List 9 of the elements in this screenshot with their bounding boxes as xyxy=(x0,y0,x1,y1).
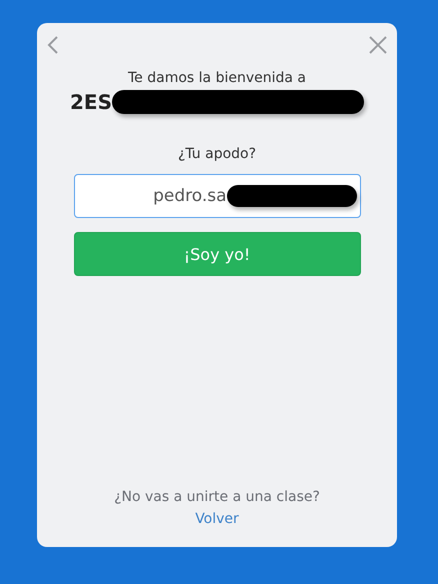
footer-question: ¿No vas a unirte a una clase? xyxy=(114,489,320,505)
submit-button[interactable]: ¡Soy yo! xyxy=(74,232,360,276)
back-link[interactable]: Volver xyxy=(195,511,239,527)
nickname-label: ¿Tu apodo? xyxy=(178,146,256,162)
welcome-text: Te damos la bienvenida a xyxy=(128,70,306,86)
nickname-input-field[interactable]: pedro.sa xyxy=(74,174,360,218)
class-name: 2ES xyxy=(70,90,112,114)
close-icon[interactable] xyxy=(369,36,387,54)
back-chevron-icon[interactable] xyxy=(47,36,59,54)
